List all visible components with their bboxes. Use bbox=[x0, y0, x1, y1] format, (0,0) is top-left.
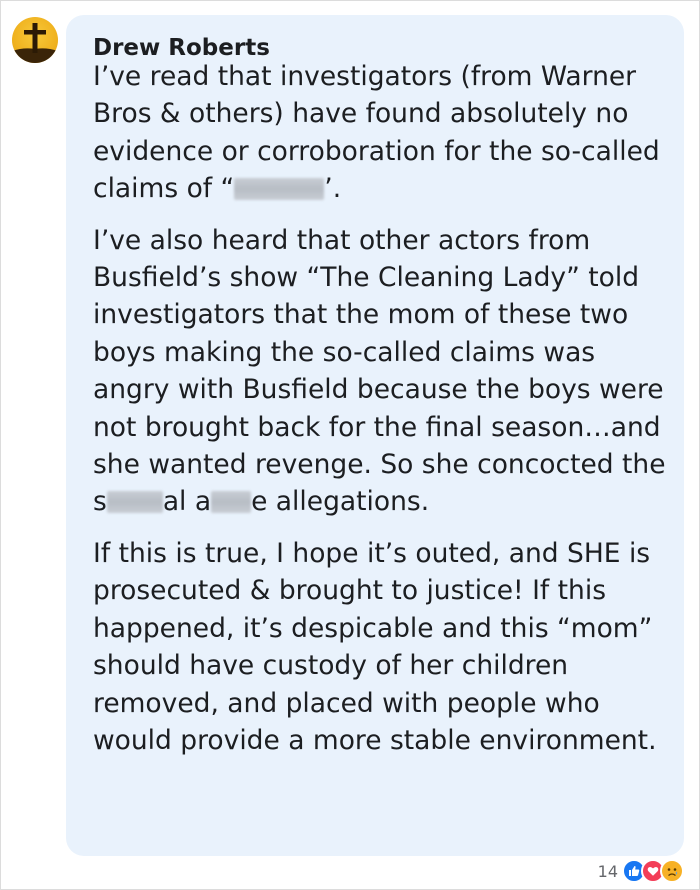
sad-icon bbox=[660, 859, 684, 883]
reactions-summary[interactable]: 14 bbox=[598, 857, 684, 885]
comment-bubble: Drew Roberts I’ve read that investigator… bbox=[66, 15, 684, 856]
paragraph-text: e allegations. bbox=[251, 486, 430, 518]
paragraph-text: I’ve also heard that other actors from B… bbox=[93, 224, 666, 518]
comment-paragraph: If this is true, I hope it’s outed, and … bbox=[93, 537, 657, 756]
reaction-count: 14 bbox=[597, 861, 618, 881]
comment-paragraph: I’ve read that investigators (from Warne… bbox=[93, 58, 673, 208]
cross-icon bbox=[12, 23, 58, 63]
paragraph-text: I’ve read that investigators (from Warne… bbox=[93, 61, 660, 205]
redacted-text bbox=[106, 491, 163, 514]
paragraph-text: ’. bbox=[324, 173, 342, 205]
redacted-text bbox=[211, 491, 252, 514]
reaction-icons bbox=[622, 859, 684, 883]
redacted-text bbox=[234, 178, 325, 201]
paragraph-text: al a bbox=[162, 486, 212, 518]
comment-paragraph: I’ve also heard that other actors from B… bbox=[93, 222, 673, 521]
avatar[interactable] bbox=[12, 17, 58, 63]
comment-body: I’ve read that investigators (from Warne… bbox=[93, 58, 673, 759]
